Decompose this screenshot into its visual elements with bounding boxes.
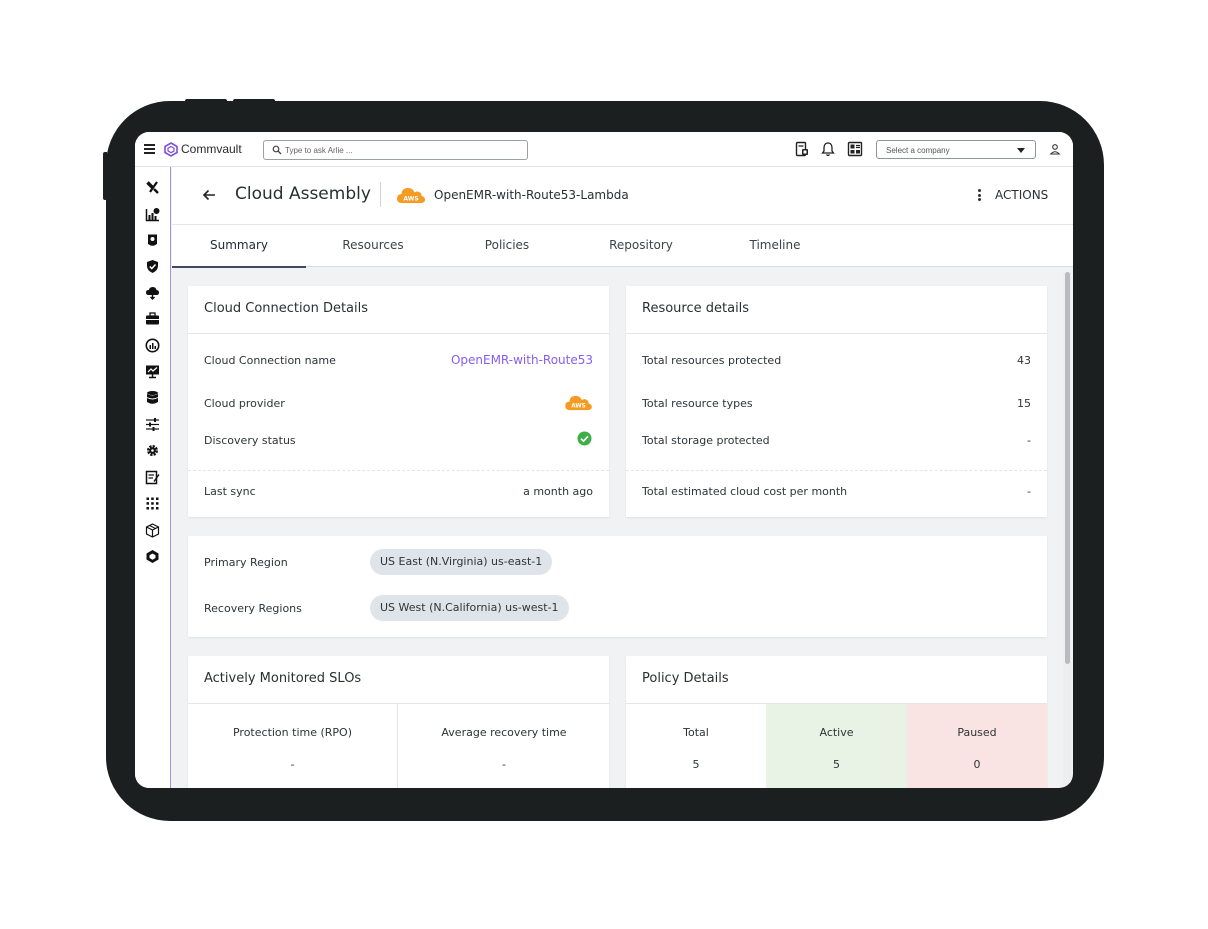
svg-text:AWS: AWS bbox=[571, 404, 586, 410]
manage-sliders-icon[interactable] bbox=[145, 417, 160, 432]
aws-cloud-icon: AWS bbox=[397, 188, 425, 203]
recovery-time-cell: Average recovery time - bbox=[399, 704, 609, 788]
menu-icon[interactable] bbox=[144, 144, 155, 154]
reports-icon[interactable] bbox=[145, 207, 160, 222]
divider bbox=[188, 470, 609, 471]
connection-name-link[interactable]: OpenEMR-with-Route53 bbox=[451, 353, 593, 367]
resource-details-card: Resource details Total resources protect… bbox=[626, 286, 1047, 517]
search-input[interactable] bbox=[285, 144, 515, 157]
left-nav bbox=[135, 167, 171, 788]
tools-icon[interactable] bbox=[145, 180, 160, 195]
svg-text:AWS: AWS bbox=[403, 196, 418, 203]
cloud-provider-label: Cloud provider bbox=[204, 397, 285, 410]
bell-icon[interactable] bbox=[820, 141, 836, 157]
policy-details-card: Policy Details Total 5 Active 5 Paused 0 bbox=[626, 656, 1047, 788]
commvault-hex-icon[interactable] bbox=[145, 549, 160, 564]
total-resources-value: 43 bbox=[1017, 354, 1031, 367]
app-screen: Commvault Select a comp bbox=[135, 132, 1073, 788]
tab-repository[interactable]: Repository bbox=[574, 225, 708, 267]
tab-resources[interactable]: Resources bbox=[306, 225, 440, 267]
policy-total-cell: Total 5 bbox=[626, 704, 766, 788]
last-sync-label: Last sync bbox=[204, 485, 256, 498]
tab-timeline[interactable]: Timeline bbox=[708, 225, 842, 267]
card-title: Cloud Connection Details bbox=[204, 301, 369, 316]
divider bbox=[626, 470, 1047, 471]
storage-protected-value: - bbox=[1027, 434, 1031, 447]
protect-shield-icon[interactable] bbox=[145, 259, 160, 274]
resource-types-value: 15 bbox=[1017, 397, 1031, 410]
divider bbox=[626, 333, 1047, 334]
policy-active-label: Active bbox=[819, 726, 854, 739]
primary-region-label: Primary Region bbox=[204, 556, 288, 569]
user-icon[interactable] bbox=[1049, 143, 1061, 155]
search-box[interactable] bbox=[263, 140, 528, 160]
connection-name-label: Cloud Connection name bbox=[204, 354, 336, 367]
back-arrow-icon[interactable] bbox=[201, 187, 217, 203]
policy-paused-cell: Paused 0 bbox=[907, 704, 1047, 788]
apps-grid-icon[interactable] bbox=[145, 496, 160, 511]
policy-paused-value: 0 bbox=[973, 758, 981, 771]
chevron-down-icon bbox=[1017, 148, 1025, 153]
divider bbox=[188, 333, 609, 334]
recovery-time-value: - bbox=[502, 758, 506, 771]
regions-card: Primary Region US East (N.Virginia) us-e… bbox=[188, 536, 1047, 637]
policy-total-label: Total bbox=[683, 726, 709, 739]
discovery-status-label: Discovery status bbox=[204, 434, 296, 447]
storage-db-icon[interactable] bbox=[145, 390, 160, 405]
last-sync-value: a month ago bbox=[523, 485, 593, 498]
recovery-time-label: Average recovery time bbox=[441, 726, 567, 739]
top-bar: Commvault Select a comp bbox=[135, 132, 1073, 167]
rpo-label: Protection time (RPO) bbox=[232, 726, 352, 739]
actions-label: ACTIONS bbox=[995, 188, 1049, 202]
policy-paused-label: Paused bbox=[957, 726, 997, 739]
dashboard-gauge-icon[interactable] bbox=[145, 338, 160, 353]
cloud-cost-value: - bbox=[1027, 485, 1031, 498]
cloud-connection-card: Cloud Connection Details Cloud Connectio… bbox=[188, 286, 609, 517]
dashboard-widget-icon[interactable] bbox=[847, 141, 863, 157]
jobs-briefcase-icon[interactable] bbox=[145, 311, 160, 326]
company-select[interactable]: Select a company bbox=[876, 140, 1036, 159]
brand-name: Commvault bbox=[181, 142, 242, 156]
guides-icon[interactable] bbox=[145, 233, 160, 248]
resource-types-label: Total resource types bbox=[642, 397, 753, 410]
policy-active-cell: Active 5 bbox=[766, 704, 907, 788]
company-select-value: Select a company bbox=[886, 146, 950, 155]
recovery-regions-label: Recovery Regions bbox=[204, 602, 302, 615]
total-resources-label: Total resources protected bbox=[642, 354, 782, 367]
commvault-logo-icon bbox=[164, 142, 178, 157]
recovery-region-chip: US West (N.California) us-west-1 bbox=[370, 595, 569, 621]
rpo-value: - bbox=[290, 758, 295, 771]
tab-policies[interactable]: Policies bbox=[440, 225, 574, 267]
storage-status-icon[interactable] bbox=[794, 141, 810, 157]
cloud-cost-label: Total estimated cloud cost per month bbox=[642, 485, 848, 498]
page-header: Cloud Assembly AWS OpenEMR-with-Route53-… bbox=[172, 167, 1073, 225]
storage-protected-label: Total storage protected bbox=[642, 434, 770, 447]
more-vert-icon bbox=[978, 189, 981, 201]
assemblies-cubes-icon[interactable] bbox=[145, 523, 160, 538]
card-title: Actively Monitored SLOs bbox=[204, 671, 362, 686]
scrollbar-thumb[interactable] bbox=[1065, 272, 1070, 664]
policy-active-value: 5 bbox=[833, 758, 840, 771]
tab-bar: Summary Resources Policies Repository Ti… bbox=[172, 225, 1073, 268]
header-divider bbox=[380, 182, 381, 207]
primary-region-chip: US East (N.Virginia) us-east-1 bbox=[370, 549, 553, 575]
monitoring-icon[interactable] bbox=[145, 364, 160, 379]
forms-icon[interactable] bbox=[145, 470, 160, 485]
cloud-icon[interactable] bbox=[145, 285, 160, 300]
check-circle-icon bbox=[577, 431, 592, 446]
aws-cloud-icon: AWS bbox=[565, 395, 592, 411]
assembly-name: OpenEMR-with-Route53-Lambda bbox=[434, 188, 629, 202]
search-icon bbox=[272, 145, 282, 155]
slo-card: Actively Monitored SLOs Protection time … bbox=[188, 656, 609, 788]
policy-total-value: 5 bbox=[692, 758, 700, 771]
card-title: Resource details bbox=[642, 301, 750, 316]
card-title: Policy Details bbox=[642, 671, 729, 686]
tab-summary[interactable]: Summary bbox=[172, 225, 306, 268]
page-title: Cloud Assembly bbox=[235, 184, 371, 204]
rpo-cell: Protection time (RPO) - bbox=[188, 704, 398, 788]
settings-gear-icon[interactable] bbox=[145, 443, 160, 458]
